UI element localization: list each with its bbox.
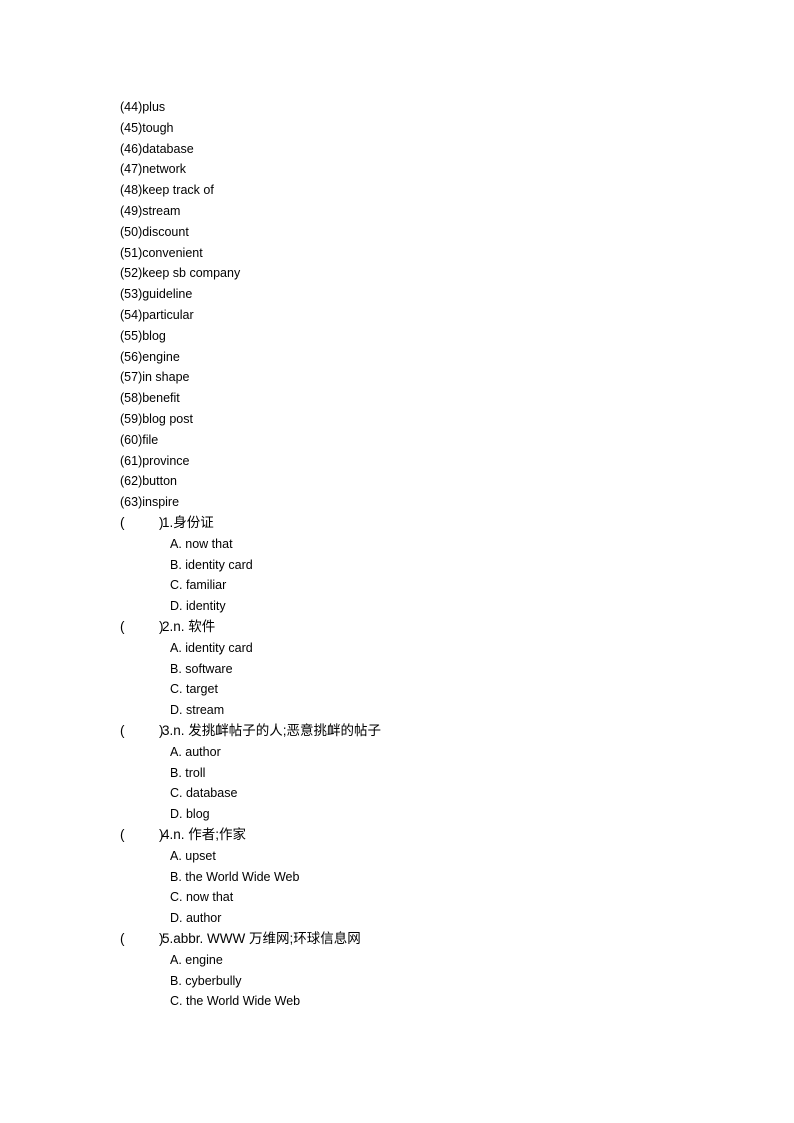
vocab-item: (58)benefit <box>120 391 180 406</box>
question-4: ( ) 4.n. 作者;作家 A. upset B. the World Wid… <box>120 825 300 929</box>
question-text: 2.n. 软件 <box>162 618 216 634</box>
option-d: D. identity <box>170 599 226 614</box>
answer-blank-open: ( <box>120 722 125 738</box>
vocab-item: (50)discount <box>120 224 189 239</box>
vocab-item: (46)database <box>120 141 194 156</box>
question-text: 3.n. 发挑衅帖子的人;恶意挑衅的帖子 <box>162 722 382 738</box>
option-a: A. upset <box>170 848 216 863</box>
vocab-item: (45)tough <box>120 120 174 135</box>
vocab-item: (44)plus <box>120 100 166 114</box>
question-3: ( ) 3.n. 发挑衅帖子的人;恶意挑衅的帖子 A. author B. tr… <box>120 721 381 825</box>
vocabulary-list: (44)plus (45)tough (46)database (47)netw… <box>120 97 240 513</box>
question-list: ( ) 1.身份证 A. now that B. identity card C… <box>120 513 381 1012</box>
vocab-item: (52)keep sb company <box>120 266 241 281</box>
option-c: C. now that <box>170 890 234 905</box>
vocab-item: (62)button <box>120 474 177 489</box>
question-5: ( ) 5.abbr. WWW 万维网;环球信息网 A. engine B. c… <box>120 929 361 1012</box>
answer-blank-open: ( <box>120 826 125 842</box>
option-d: D. stream <box>170 703 225 718</box>
option-c: C. database <box>170 786 238 801</box>
option-b: B. troll <box>170 765 206 780</box>
vocab-item: (49)stream <box>120 203 181 218</box>
answer-blank-open: ( <box>120 930 125 946</box>
answer-blank-open: ( <box>120 618 125 634</box>
vocab-item: (53)guideline <box>120 287 193 302</box>
option-b: B. software <box>170 661 233 676</box>
option-d: D. blog <box>170 807 210 822</box>
option-a: A. now that <box>170 536 233 551</box>
question-stem: ( ) 1.身份证 <box>120 513 300 534</box>
question-text: 5.abbr. WWW 万维网;环球信息网 <box>162 930 361 946</box>
option-d: D. author <box>170 911 222 926</box>
document-page: (44)plus (45)tough (46)database (47)netw… <box>0 0 794 1123</box>
option-b: B. identity card <box>170 557 253 572</box>
option-a: A. author <box>170 744 221 759</box>
option-a: A. engine <box>170 952 223 967</box>
question-1: ( ) 1.身份证 A. now that B. identity card C… <box>120 513 300 617</box>
option-a: A. identity card <box>170 640 253 655</box>
vocab-item: (51)convenient <box>120 245 203 260</box>
vocab-item: (56)engine <box>120 349 180 364</box>
question-stem: ( ) 4.n. 作者;作家 <box>120 825 300 846</box>
question-stem: ( ) 5.abbr. WWW 万维网;环球信息网 <box>120 929 361 950</box>
vocab-item: (63)inspire <box>120 495 180 510</box>
option-c: C. target <box>170 682 218 697</box>
question-text: 4.n. 作者;作家 <box>162 826 247 842</box>
vocab-item: (59)blog post <box>120 411 193 426</box>
question-2: ( ) 2.n. 软件 A. identity card B. software… <box>120 617 300 721</box>
option-c: C. the World Wide Web <box>170 994 301 1009</box>
option-b: B. cyberbully <box>170 973 242 988</box>
vocab-item: (48)keep track of <box>120 183 214 198</box>
question-stem: ( ) 2.n. 软件 <box>120 617 300 638</box>
answer-blank-open: ( <box>120 515 125 530</box>
vocab-item: (55)blog <box>120 328 166 343</box>
question-text: 1.身份证 <box>162 515 214 530</box>
option-b: B. the World Wide Web <box>170 869 300 884</box>
option-c: C. familiar <box>170 578 227 593</box>
vocab-item: (47)network <box>120 162 186 177</box>
vocab-item: (61)province <box>120 453 190 468</box>
vocab-item: (54)particular <box>120 307 194 322</box>
vocab-item: (60)file <box>120 432 159 447</box>
question-stem: ( ) 3.n. 发挑衅帖子的人;恶意挑衅的帖子 <box>120 721 381 742</box>
vocab-item: (57)in shape <box>120 370 190 385</box>
